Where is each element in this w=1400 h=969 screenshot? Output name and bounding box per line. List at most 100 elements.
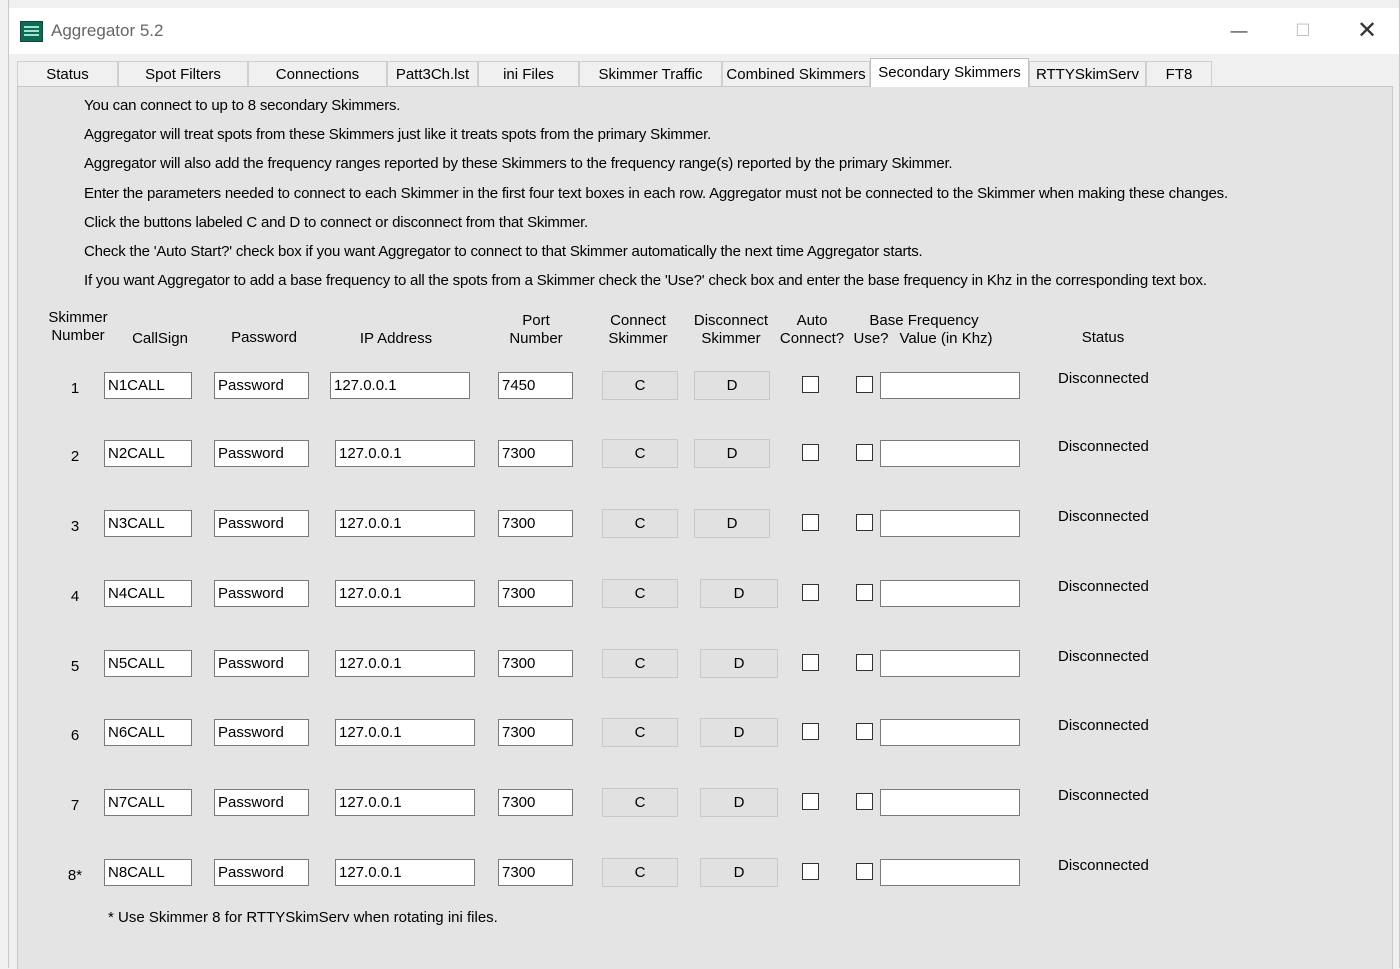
auto-connect-checkbox[interactable] [802,444,819,461]
tab-connections[interactable]: Connections [248,61,387,86]
ip-address-field[interactable]: 127.0.0.1 [335,510,475,537]
ip-address-field[interactable]: 127.0.0.1 [335,859,475,886]
base-frequency-field[interactable] [880,510,1020,537]
base-frequency-field[interactable] [880,440,1020,467]
base-frequency-field[interactable] [880,580,1020,607]
password-field[interactable]: Password [214,510,309,537]
base-frequency-field[interactable] [880,372,1020,399]
row-number: 2 [70,448,80,465]
base-frequency-field[interactable] [880,789,1020,816]
auto-connect-checkbox[interactable] [802,514,819,531]
use-base-frequency-checkbox[interactable] [856,793,873,810]
close-button[interactable]: ✕ [1335,8,1399,54]
callsign-field[interactable]: N8CALL [104,859,192,886]
password-field[interactable]: Password [214,580,309,607]
connect-button[interactable]: C [602,649,678,678]
disconnect-button[interactable]: D [700,579,778,608]
info-line: Click the buttons labeled C and D to con… [84,214,589,231]
ip-address-field[interactable]: 127.0.0.1 [330,372,470,399]
port-field[interactable]: 7300 [498,859,573,886]
disconnect-button[interactable]: D [694,371,770,400]
connect-button[interactable]: C [602,439,678,468]
status-text: Disconnected [1058,717,1149,734]
tab-ini-files[interactable]: ini Files [478,61,579,86]
header-disconnect-skimmer: Disconnect Skimmer [693,312,769,347]
callsign-field[interactable]: N7CALL [104,789,192,816]
ip-address-field[interactable]: 127.0.0.1 [335,650,475,677]
disconnect-button[interactable]: D [700,858,778,887]
status-text: Disconnected [1058,787,1149,804]
ip-address-field[interactable]: 127.0.0.1 [335,719,475,746]
use-base-frequency-checkbox[interactable] [856,654,873,671]
tab-secondary-skimmers[interactable]: Secondary Skimmers [870,58,1029,87]
auto-connect-checkbox[interactable] [802,654,819,671]
use-base-frequency-checkbox[interactable] [856,863,873,880]
use-base-frequency-checkbox[interactable] [856,723,873,740]
disconnect-button[interactable]: D [700,788,778,817]
ip-address-field[interactable]: 127.0.0.1 [335,580,475,607]
callsign-field[interactable]: N1CALL [104,372,192,399]
connect-button[interactable]: C [602,718,678,747]
password-field[interactable]: Password [214,789,309,816]
header-status: Status [1081,329,1125,346]
tab-skimmer-traffic[interactable]: Skimmer Traffic [579,61,722,86]
callsign-field[interactable]: N2CALL [104,440,192,467]
callsign-field[interactable]: N6CALL [104,719,192,746]
tab-rttyskimserv[interactable]: RTTYSkimServ [1029,61,1146,86]
password-field[interactable]: Password [214,440,309,467]
use-base-frequency-checkbox[interactable] [856,444,873,461]
callsign-field[interactable]: N3CALL [104,510,192,537]
use-base-frequency-checkbox[interactable] [856,376,873,393]
ip-address-field[interactable]: 127.0.0.1 [335,789,475,816]
auto-connect-checkbox[interactable] [802,793,819,810]
base-frequency-field[interactable] [880,650,1020,677]
connect-button[interactable]: C [602,858,678,887]
disconnect-button[interactable]: D [694,509,770,538]
info-line: Aggregator will also add the frequency r… [84,155,953,172]
port-field[interactable]: 7300 [498,719,573,746]
tab-ft8[interactable]: FT8 [1146,61,1212,86]
status-text: Disconnected [1058,508,1149,525]
callsign-field[interactable]: N4CALL [104,580,192,607]
disconnect-button[interactable]: D [700,718,778,747]
password-field[interactable]: Password [214,650,309,677]
port-field[interactable]: 7300 [498,650,573,677]
auto-connect-checkbox[interactable] [802,863,819,880]
row-number: 4 [70,588,80,605]
use-base-frequency-checkbox[interactable] [856,584,873,601]
password-field[interactable]: Password [214,859,309,886]
port-field[interactable]: 7300 [498,440,573,467]
info-line: Check the 'Auto Start?' check box if you… [84,243,923,260]
connect-button[interactable]: C [602,371,678,400]
password-field[interactable]: Password [214,372,309,399]
auto-connect-checkbox[interactable] [802,376,819,393]
base-frequency-field[interactable] [880,859,1020,886]
ip-address-field[interactable]: 127.0.0.1 [335,440,475,467]
connect-button[interactable]: C [602,788,678,817]
row-number: 8* [67,867,83,884]
maximize-button[interactable]: ☐ [1271,8,1335,54]
password-field[interactable]: Password [214,719,309,746]
secondary-skimmers-panel: You can connect to up to 8 secondary Ski… [17,86,1393,969]
tab-patt3ch-lst[interactable]: Patt3Ch.lst [387,61,478,86]
use-base-frequency-checkbox[interactable] [856,514,873,531]
auto-connect-checkbox[interactable] [802,584,819,601]
port-field[interactable]: 7300 [498,789,573,816]
connect-button[interactable]: C [602,509,678,538]
disconnect-button[interactable]: D [694,439,770,468]
port-field[interactable]: 7300 [498,510,573,537]
footnote: * Use Skimmer 8 for RTTYSkimServ when ro… [108,909,498,926]
minimize-button[interactable]: — [1207,8,1271,54]
disconnect-button[interactable]: D [700,649,778,678]
connect-button[interactable]: C [602,579,678,608]
status-text: Disconnected [1058,578,1149,595]
tab-combined-skimmers[interactable]: Combined Skimmers [722,61,870,86]
auto-connect-checkbox[interactable] [802,723,819,740]
tab-spot-filters[interactable]: Spot Filters [118,61,248,86]
tab-status[interactable]: Status [17,61,118,86]
port-field[interactable]: 7300 [498,580,573,607]
callsign-field[interactable]: N5CALL [104,650,192,677]
base-frequency-field[interactable] [880,719,1020,746]
status-text: Disconnected [1058,857,1149,874]
port-field[interactable]: 7450 [498,372,573,399]
